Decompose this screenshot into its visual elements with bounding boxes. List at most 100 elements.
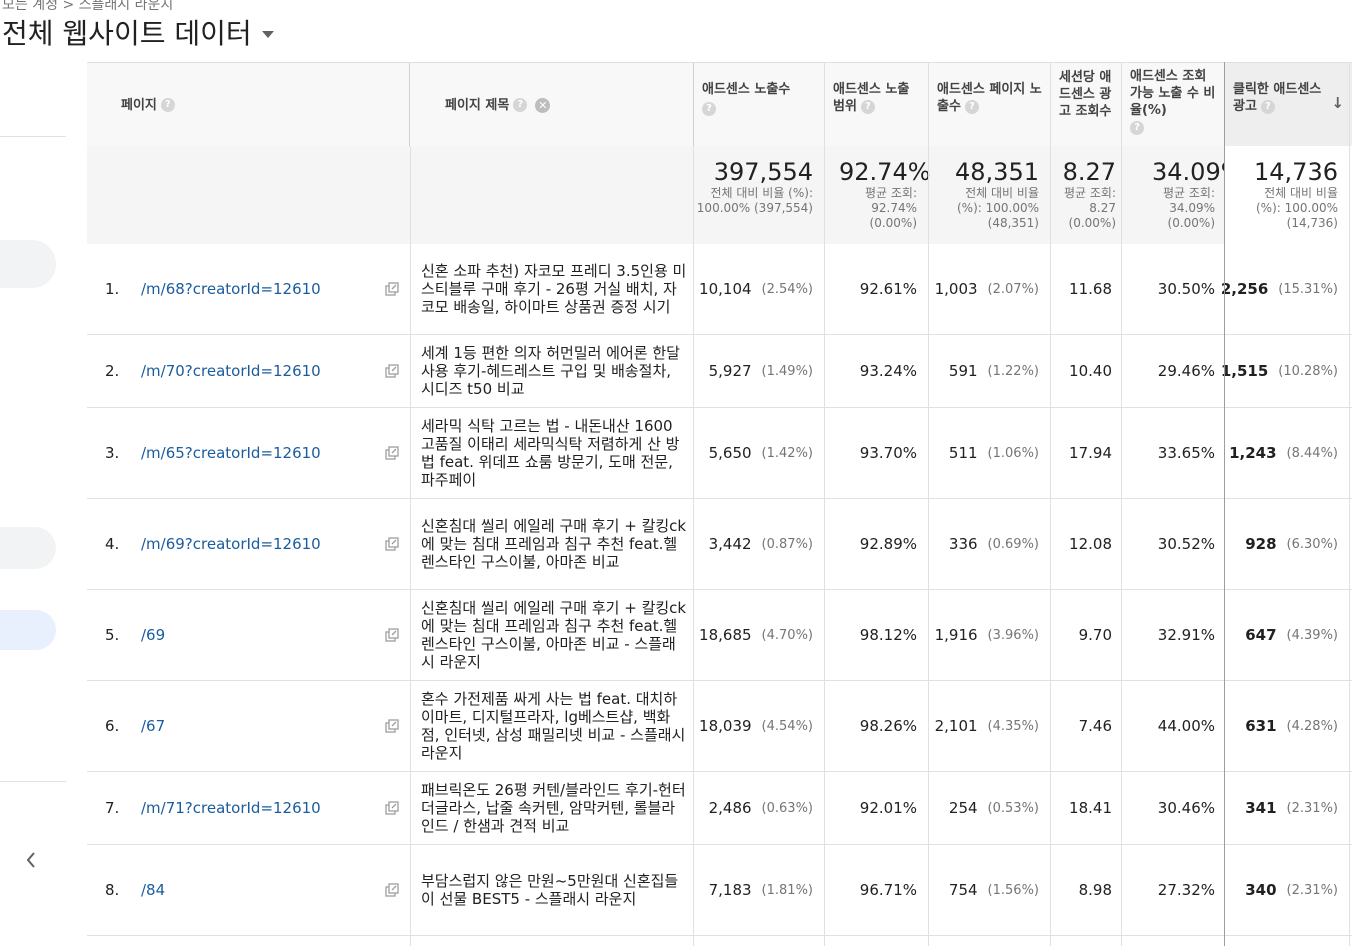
clicked-cell: 340 (2.31%) <box>1225 845 1350 935</box>
remove-dimension-icon[interactable]: ✕ <box>535 97 551 113</box>
page-title-cell: 혼수 가전제품 싸게 사는 법 feat. 대치하이마트, 디지털프라자, lg… <box>421 690 686 762</box>
total-sub: 전체 대비 비율 (%): 100.00% (48,351) <box>956 186 1039 230</box>
col-coverage[interactable]: 애드센스 노출 범위? <box>825 63 929 147</box>
page-impressions-pct: (1.56%) <box>987 882 1039 898</box>
page-link[interactable]: /m/69?creatorId=12610 <box>141 535 321 553</box>
collapse-chevron-left-icon[interactable] <box>24 848 38 872</box>
page-cell: 1. /m/68?creatorId=12610 <box>105 244 405 334</box>
viewable-cell: 44.00% <box>1157 717 1215 735</box>
page-link[interactable]: /84 <box>141 881 165 899</box>
col-clicked[interactable]: 클릭한 애드센스 광고? ↓ <box>1225 63 1352 147</box>
help-icon[interactable]: ? <box>1260 99 1275 114</box>
impressions-pct: (1.49%) <box>761 363 813 379</box>
open-in-new-icon[interactable] <box>385 499 401 589</box>
page-impressions-cell: 336 (0.69%) <box>929 499 1051 589</box>
left-rail <box>0 62 80 883</box>
col-page[interactable]: 페이지? <box>87 63 410 147</box>
open-in-new-icon[interactable] <box>385 408 401 498</box>
col-clicked-label: 클릭한 애드센스 광고 <box>1233 82 1322 114</box>
col-viewable[interactable]: 애드센스 조회 가능 노출 수 비율(%)? <box>1122 63 1225 147</box>
total-sub: 평균 조회: 8.27 (0.00%) <box>1063 186 1116 230</box>
help-icon[interactable]: ? <box>964 99 979 114</box>
page-link[interactable]: /69 <box>141 626 165 644</box>
impressions-cell: 2,486 (0.63%) <box>694 772 825 844</box>
col-page-title[interactable]: 페이지 제목? ✕ <box>411 63 694 147</box>
impressions-cell: 3,442 (0.87%) <box>694 499 825 589</box>
coverage-cell: 93.24% <box>859 362 917 380</box>
open-in-new-icon[interactable] <box>385 335 401 407</box>
page-impressions-cell: 591 (1.22%) <box>929 335 1051 407</box>
open-in-new-icon[interactable] <box>385 845 401 935</box>
total-sub: 평균 조회: 34.09% (0.00%) <box>1162 186 1215 230</box>
column-divider <box>824 62 825 946</box>
impressions-value: 3,442 <box>708 535 752 553</box>
page-title-cell: 신혼침대 씰리 에일레 구매 후기 + 칼킹ck에 맞는 침대 프레임과 침구 … <box>421 517 687 571</box>
col-page-impressions[interactable]: 애드센스 페이지 노출수? <box>929 63 1051 147</box>
table-row[interactable]: 1. /m/68?creatorId=12610 신혼 소파 추천) 자코모 프… <box>87 244 1352 335</box>
col-page-label: 페이지 <box>121 97 157 113</box>
clicked-value: 928 <box>1245 535 1277 553</box>
clicked-pct: (2.31%) <box>1286 800 1338 816</box>
clicked-value: 2,256 <box>1220 280 1269 298</box>
rail-item[interactable] <box>0 240 56 288</box>
col-per-session[interactable]: 세션당 애드센스 광고 조회수 <box>1051 63 1122 147</box>
page-cell: 7. /m/71?creatorId=12610 <box>105 772 405 844</box>
row-index: 7. <box>105 799 120 817</box>
per-session-cell: 10.40 <box>1069 362 1112 380</box>
view-selector[interactable]: 전체 웹사이트 데이터 <box>2 12 274 52</box>
help-icon[interactable]: ? <box>160 98 175 112</box>
col-impressions[interactable]: 애드센스 노출수? <box>694 63 825 147</box>
page-link[interactable]: /m/68?creatorId=12610 <box>141 280 321 298</box>
table-row[interactable]: 4. /m/69?creatorId=12610 신혼침대 씰리 에일레 구매 … <box>87 499 1352 590</box>
page-link[interactable]: /67 <box>141 717 165 735</box>
table-row[interactable]: 5. /69 신혼침대 씰리 에일레 구매 후기 + 칼킹ck에 맞는 침대 프… <box>87 590 1352 681</box>
col-viewable-label: 애드센스 조회 가능 노출 수 비율(%) <box>1130 69 1216 118</box>
impressions-pct: (1.81%) <box>761 882 813 898</box>
dropdown-arrow-icon[interactable] <box>261 30 274 38</box>
impressions-cell: 18,039 (4.54%) <box>694 681 825 771</box>
open-in-new-icon[interactable] <box>385 590 401 680</box>
column-divider <box>1349 62 1350 946</box>
clicked-pct: (8.44%) <box>1286 445 1338 461</box>
page-title: 전체 웹사이트 데이터 <box>2 17 252 50</box>
total-impressions: 397,554 전체 대비 비율 (%): 100.00% (397,554) <box>694 146 825 244</box>
impressions-value: 18,039 <box>699 717 752 735</box>
coverage-cell: 92.01% <box>859 799 917 817</box>
column-divider <box>693 146 694 946</box>
impressions-cell: 7,183 (1.81%) <box>694 845 825 935</box>
help-icon[interactable]: ? <box>1130 120 1144 135</box>
page-impressions-pct: (2.07%) <box>987 281 1039 297</box>
per-session-cell: 7.46 <box>1078 717 1112 735</box>
help-icon[interactable]: ? <box>860 99 875 114</box>
per-session-cell: 9.70 <box>1078 626 1112 644</box>
page-impressions-pct: (3.96%) <box>987 627 1039 643</box>
coverage-cell: 96.71% <box>859 881 917 899</box>
table-row[interactable]: 3. /m/65?creatorId=12610 세라믹 식탁 고르는 법 - … <box>87 408 1352 499</box>
impressions-value: 18,685 <box>699 626 752 644</box>
clicked-cell: 1,515 (10.28%) <box>1221 335 1350 407</box>
open-in-new-icon[interactable] <box>385 244 401 334</box>
clicked-cell: 631 (4.28%) <box>1225 681 1350 771</box>
total-page-impressions: 48,351 전체 대비 비율 (%): 100.00% (48,351) <box>929 146 1051 244</box>
total-viewable: 34.09% 평균 조회: 34.09% (0.00%) <box>1122 146 1244 244</box>
page-impressions-value: 336 <box>948 535 978 553</box>
table-row[interactable]: 7. /m/71?creatorId=12610 패브릭온도 26평 커텐/블라… <box>87 772 1352 845</box>
open-in-new-icon[interactable] <box>385 681 401 771</box>
sort-descending-icon[interactable]: ↓ <box>1331 95 1344 112</box>
table-row[interactable]: 2. /m/70?creatorId=12610 세계 1등 편한 의자 허먼밀… <box>87 335 1352 408</box>
rail-item[interactable] <box>0 527 56 569</box>
page-cell: 2. /m/70?creatorId=12610 <box>105 335 405 407</box>
open-in-new-icon[interactable] <box>385 772 401 844</box>
page-link[interactable]: /m/71?creatorId=12610 <box>141 799 321 817</box>
page-title-cell: 패브릭온도 26평 커텐/블라인드 후기-헌터더글라스, 납줄 속커텐, 암막커… <box>421 781 686 835</box>
page-link[interactable]: /m/65?creatorId=12610 <box>141 444 321 462</box>
table-row[interactable]: 6. /67 혼수 가전제품 싸게 사는 법 feat. 대치하이마트, 디지털… <box>87 681 1352 772</box>
help-icon[interactable]: ? <box>702 102 716 116</box>
clicked-cell: 928 (6.30%) <box>1225 499 1350 589</box>
col-per-session-label: 세션당 애드센스 광고 조회수 <box>1059 70 1112 119</box>
rail-item-active[interactable] <box>0 610 56 650</box>
help-icon[interactable]: ? <box>513 98 528 112</box>
page-link[interactable]: /m/70?creatorId=12610 <box>141 362 321 380</box>
row-index: 2. <box>105 362 120 380</box>
table-row[interactable]: 8. /84 부담스럽지 않은 만원~5만원대 신혼집들이 선물 BEST5 -… <box>87 845 1352 936</box>
